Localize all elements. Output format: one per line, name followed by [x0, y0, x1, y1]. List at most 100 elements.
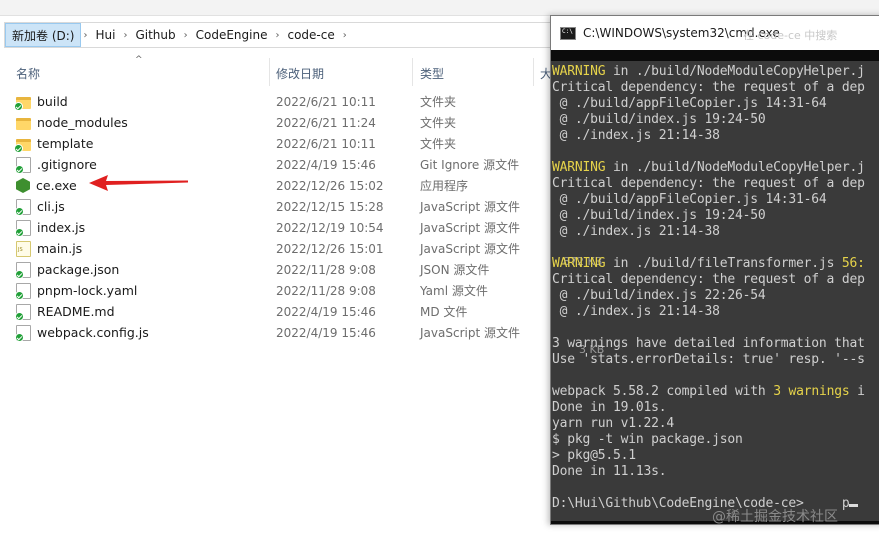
cmd-text-span: i: [849, 384, 865, 399]
cmd-text-span: @ ./build/index.js 19:24-50: [552, 112, 766, 127]
file-name-cell: main.js: [16, 238, 82, 259]
file-date: 2022/6/21 10:11: [276, 136, 376, 151]
breadcrumb-item[interactable]: CodeEngine: [190, 23, 274, 47]
search-box-placeholder-behind: 在 code-ce 中搜索: [743, 29, 838, 42]
cmd-output-line: @ ./build/index.js 22:26-54: [552, 288, 766, 304]
file-date: 2022/11/28 9:08: [276, 283, 376, 298]
breadcrumb-chevron-icon[interactable]: ›: [273, 30, 281, 41]
cmd-text-span: 3 warnings: [773, 384, 850, 399]
file-type: 应用程序: [420, 179, 469, 193]
address-bar[interactable]: 新加卷 (D:) › Hui › Github › CodeEngine › code-ce ›: [4, 22, 604, 48]
file-row[interactable]: template 2022/6/21 10:11 文件夹: [0, 133, 548, 154]
sync-check-icon: [14, 101, 23, 111]
file-row[interactable]: pnpm-lock.yaml 2022/11/28 9:08 Yaml 源文件: [0, 280, 548, 301]
file-row[interactable]: build 2022/6/21 10:11 文件夹: [0, 91, 548, 112]
column-type-label: 类型: [420, 66, 445, 81]
breadcrumb-item[interactable]: Hui: [89, 23, 121, 47]
file-icon: [15, 156, 31, 174]
file-type: MD 文件: [420, 305, 468, 319]
file-name: package.json: [37, 262, 120, 277]
cmd-text-span: Critical dependency: the request of a de…: [552, 272, 865, 287]
file-row[interactable]: cli.js 2022/12/15 15:28 JavaScript 源文件: [0, 196, 548, 217]
file-row[interactable]: node_modules 2022/6/21 11:24 文件夹: [0, 112, 548, 133]
file-type: JavaScript 源文件: [420, 221, 520, 235]
breadcrumb-item[interactable]: 新加卷 (D:): [5, 23, 82, 47]
sort-ascending-icon: ^: [135, 55, 143, 65]
file-row[interactable]: ce.exe 2022/12/26 15:02 应用程序: [0, 175, 548, 196]
cmd-output-line: Critical dependency: the request of a de…: [552, 80, 865, 96]
file-name-cell: .gitignore: [15, 154, 97, 175]
file-icon: [15, 324, 31, 342]
cmd-text-span: WARNING: [552, 64, 606, 79]
cmd-text-span: 56:: [841, 256, 865, 271]
file-row[interactable]: webpack.config.js 2022/4/19 15:46 JavaScri…: [0, 322, 548, 343]
cmd-window[interactable]: C:\WINDOWS\system32\cmd.exe 在 code-ce 中搜…: [550, 15, 879, 525]
file-row[interactable]: README.md 2022/4/19 15:46 MD 文件: [0, 301, 548, 322]
file-name-cell: package.json: [15, 259, 120, 280]
breadcrumb-chevron-icon[interactable]: ›: [121, 30, 129, 41]
file-date: 2022/12/26 15:02: [276, 178, 384, 193]
file-row[interactable]: main.js 2022/12/26 15:01 JavaScript 源文件: [0, 238, 548, 259]
file-date: 2022/4/19 15:46: [276, 325, 376, 340]
annotation-arrow-icon: [89, 175, 188, 191]
cmd-output-line: Use 'stats.errorDetails: true' resp. '--…: [552, 352, 865, 368]
sync-check-icon: [14, 143, 23, 153]
sync-check-icon: [15, 311, 24, 321]
cmd-output-line: > pkg@5.5.1: [552, 448, 636, 464]
file-name-cell: template: [14, 133, 93, 154]
file-icon: [15, 219, 31, 237]
column-divider[interactable]: [269, 58, 270, 86]
column-divider[interactable]: [412, 58, 413, 86]
cmd-output-line: Critical dependency: the request of a de…: [552, 176, 865, 192]
file-name-cell: pnpm-lock.yaml: [15, 280, 138, 301]
breadcrumb-item[interactable]: Github: [129, 23, 181, 47]
column-header-date[interactable]: 修改日期: [276, 60, 324, 86]
file-name-cell: build: [14, 91, 68, 112]
file-row[interactable]: index.js 2022/12/19 10:54 JavaScript 源文件: [0, 217, 548, 238]
file-name: ce.exe: [36, 178, 77, 193]
file-row[interactable]: .gitignore 2022/4/19 15:46 Git Ignore 源文件: [0, 154, 548, 175]
file-name: .gitignore: [37, 157, 97, 172]
file-type: Git Ignore 源文件: [420, 158, 520, 172]
column-header-type[interactable]: 类型: [420, 60, 444, 86]
breadcrumb-chevron-icon[interactable]: ›: [341, 30, 349, 41]
column-header-name[interactable]: 名称: [16, 60, 40, 86]
cmd-output-line: @ ./build/index.js 19:24-50: [552, 112, 766, 128]
file-name: main.js: [37, 241, 83, 256]
file-name: node_modules: [37, 115, 128, 130]
file-name-cell: ce.exe: [16, 175, 77, 196]
file-name: pnpm-lock.yaml: [37, 283, 138, 298]
file-type: 文件夹: [420, 116, 457, 130]
cmd-text-span: WARNING: [552, 256, 606, 271]
cmd-output-line: yarn run v1.22.4: [552, 416, 674, 432]
folder-icon: [14, 138, 31, 153]
cmd-output-line: Done in 11.13s.: [552, 464, 667, 480]
cmd-text-span: Done in 11.13s.: [552, 464, 667, 479]
cmd-output-line: @ ./index.js 21:14-38: [552, 224, 720, 240]
cmd-text-span: @ ./build/index.js 22:26-54: [552, 288, 766, 303]
cmd-output-line: @ ./index.js 21:14-38: [552, 304, 720, 320]
cmd-text-span: Done in 19.01s.: [552, 400, 667, 415]
file-name-cell: README.md: [15, 301, 115, 322]
cmd-output-line: @ ./build/appFileCopier.js 14:31-64: [552, 192, 827, 208]
cmd-text-span: @ ./index.js 21:14-38: [552, 128, 720, 143]
breadcrumb-chevron-icon[interactable]: ›: [182, 30, 190, 41]
file-row[interactable]: package.json 2022/11/28 9:08 JSON 源文件: [0, 259, 548, 280]
folder-icon: [14, 96, 31, 111]
breadcrumb-item[interactable]: code-ce: [281, 23, 340, 47]
file-name: cli.js: [37, 199, 65, 214]
watermark: @稀土掘金技术社区: [712, 509, 838, 525]
cmd-text-span: yarn run v1.22.4: [552, 416, 675, 431]
sync-check-icon: [15, 332, 24, 342]
cmd-output-line: WARNING in ./build/NodeModuleCopyHelper.…: [552, 160, 865, 176]
breadcrumb-chevron-icon[interactable]: ›: [81, 30, 89, 41]
cmd-text-span: $ pkg -t win package.json: [552, 432, 743, 447]
file-date: 2022/12/15 15:28: [276, 199, 384, 214]
file-name: webpack.config.js: [37, 325, 149, 340]
cmd-output-line: webpack 5.58.2 compiled with 3 warnings …: [552, 384, 865, 400]
cmd-titlebar[interactable]: C:\WINDOWS\system32\cmd.exe 在 code-ce 中搜…: [551, 16, 879, 50]
cmd-output[interactable]: 872 KB 3 KB WARNING in ./build/NodeModul…: [551, 61, 879, 521]
column-name-label: 名称: [16, 66, 41, 81]
column-divider[interactable]: [533, 58, 534, 86]
cmd-text-span: Critical dependency: the request of a de…: [552, 80, 865, 95]
